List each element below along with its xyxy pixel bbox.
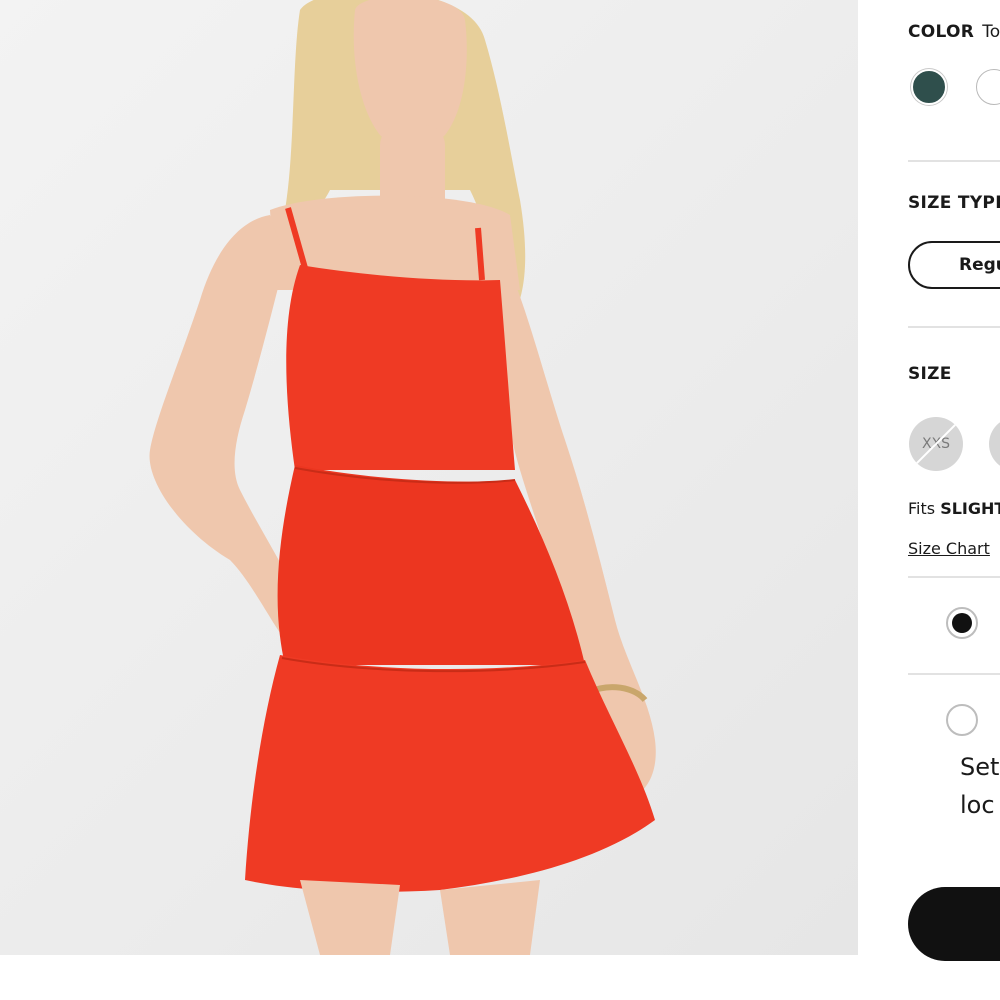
selected-color-name: To xyxy=(982,22,1000,42)
size-type-label: SIZE TYPE xyxy=(908,193,1000,213)
fit-guidance: Fits SLIGHT xyxy=(908,499,1000,518)
product-options-panel: COLOR To SIZE TYPE Regu SIZE XXS Fits SLI… xyxy=(858,0,1000,1000)
size-option-next[interactable] xyxy=(989,417,1000,471)
color-section-label: COLOR To xyxy=(908,22,1000,42)
size-type-regular-label: Regu xyxy=(959,255,1000,275)
fit-prefix: Fits xyxy=(908,499,936,518)
color-swatch-white[interactable] xyxy=(976,69,1000,105)
divider xyxy=(908,576,1000,578)
color-swatch-green[interactable] xyxy=(911,69,947,105)
set-store-location-text[interactable]: Set loc xyxy=(960,748,999,824)
dress-strap-right xyxy=(475,227,485,281)
model-left-arm xyxy=(149,215,300,640)
dress-bodice xyxy=(286,265,515,470)
store-text-line-2: loc xyxy=(960,791,995,819)
size-option-xxs[interactable]: XXS xyxy=(909,417,963,471)
model-legs xyxy=(300,880,540,955)
size-label: SIZE xyxy=(908,364,952,384)
divider xyxy=(908,673,1000,675)
add-to-bag-button[interactable] xyxy=(908,887,1000,961)
unavailable-slash xyxy=(911,419,961,469)
divider xyxy=(908,326,1000,328)
dress-bottom-tier xyxy=(245,655,655,892)
delivery-option-pickup-radio[interactable] xyxy=(946,704,978,736)
size-type-regular-button[interactable]: Regu xyxy=(908,241,1000,289)
size-chart-link[interactable]: Size Chart xyxy=(908,539,990,558)
product-image[interactable] xyxy=(0,0,858,955)
delivery-option-ship-radio[interactable] xyxy=(946,607,978,639)
store-text-line-1: Set xyxy=(960,753,1000,781)
color-label: COLOR xyxy=(908,22,975,42)
product-photo xyxy=(149,0,656,955)
divider xyxy=(908,160,1000,162)
fit-emphasis: SLIGHT xyxy=(940,499,1000,518)
